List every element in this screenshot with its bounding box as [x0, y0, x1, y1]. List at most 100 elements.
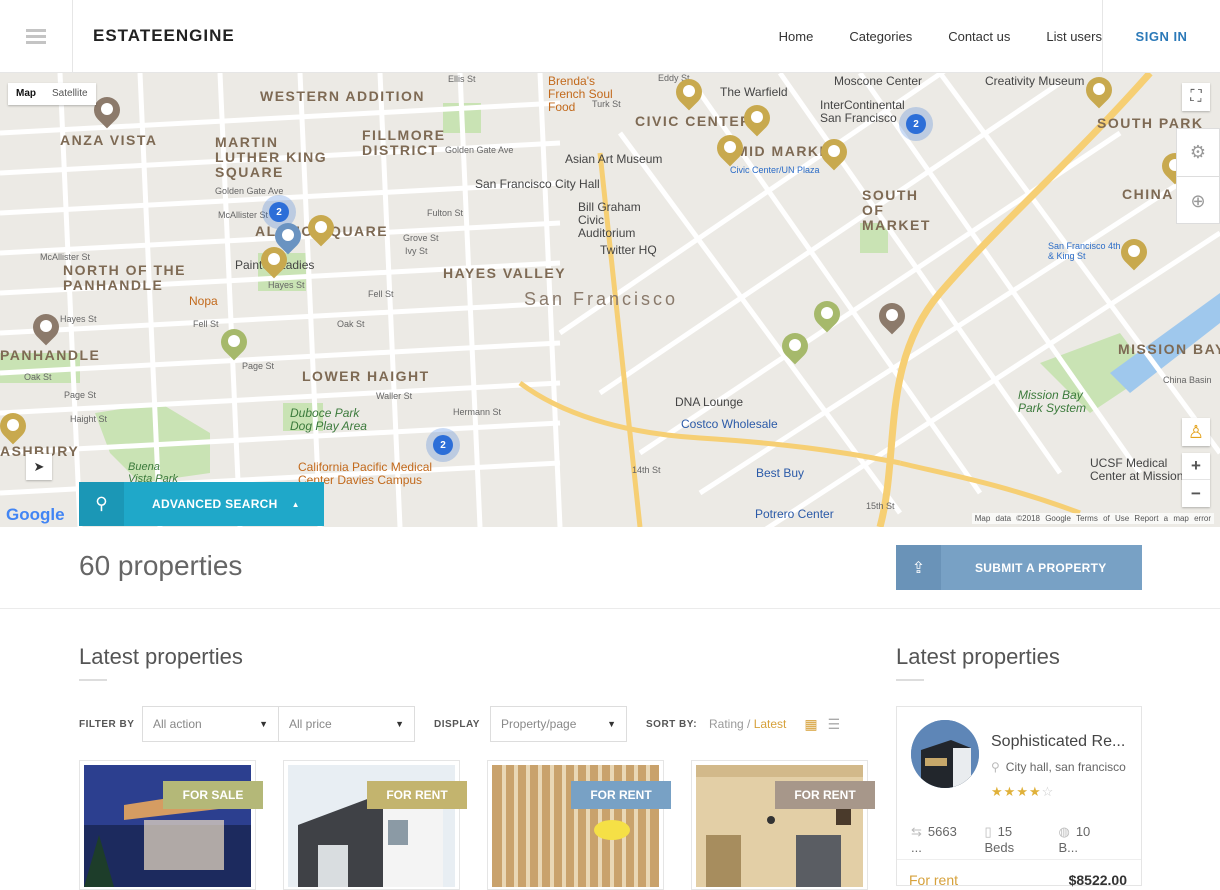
map-type-map-button[interactable]: Map: [8, 83, 44, 105]
cluster-count: 2: [433, 435, 453, 455]
zoom-in-button[interactable]: +: [1182, 453, 1210, 480]
action-select-value: All action: [153, 717, 202, 731]
locate-arrow-icon[interactable]: ➤: [26, 454, 52, 480]
street-label: Hermann St: [453, 407, 502, 417]
poi-label: San Francisco City Hall: [475, 177, 600, 191]
nav-contact-us[interactable]: Contact us: [948, 29, 1010, 44]
map-pin-marker[interactable]: [711, 129, 749, 171]
map-pin-marker[interactable]: [302, 209, 340, 251]
map-pin-marker[interactable]: [255, 241, 293, 283]
map-cluster-marker[interactable]: 2: [426, 428, 460, 462]
map-pin-marker[interactable]: [215, 323, 253, 365]
property-map[interactable]: WESTERN ADDITION ANZA VISTA MARTIN LUTHE…: [0, 73, 1220, 527]
download-icon[interactable]: ⊕: [1177, 177, 1219, 225]
nav-categories[interactable]: Categories: [849, 29, 912, 44]
map-label-nopa: NORTH OF THE PANHANDLE: [63, 262, 186, 293]
star-filled-icon: ★: [991, 784, 1004, 799]
area-stat: ⇆ 5663 ...: [911, 824, 966, 855]
property-status-badge: FOR RENT: [367, 781, 467, 809]
sidebar-property-card[interactable]: Sophisticated Re... ⚲ City hall, san fran…: [896, 706, 1142, 888]
map-label-mission-bay: MISSION BAY: [1118, 341, 1220, 357]
map-pin-marker[interactable]: [873, 297, 911, 339]
zoom-out-button[interactable]: −: [1182, 480, 1210, 507]
sort-by-label: SORT BY:: [646, 718, 698, 730]
map-pin-marker[interactable]: [815, 133, 853, 175]
display-label: DISPLAY: [434, 718, 480, 730]
street-label: Ivy St: [405, 246, 428, 256]
hamburger-icon: [26, 28, 46, 45]
street-label: Oak St: [24, 372, 52, 382]
map-pin-marker[interactable]: [0, 407, 32, 449]
property-title[interactable]: Sophisticated Re...: [991, 733, 1125, 751]
list-view-icon[interactable]: ☰: [828, 716, 841, 733]
rating-stars: ★★★★☆: [991, 784, 1054, 800]
street-label: Oak St: [337, 319, 365, 329]
poi-label: Duboce Park Dog Play Area: [290, 406, 367, 433]
map-label-civic-center: CIVIC CENTER: [635, 113, 752, 129]
map-attribution[interactable]: Map data ©2018 Google Terms of Use Repor…: [971, 513, 1214, 524]
caret-down-icon: ▼: [395, 719, 404, 729]
property-card[interactable]: FOR RENT: [487, 760, 671, 890]
map-pin-marker[interactable]: [1080, 73, 1118, 113]
map-type-satellite-button[interactable]: Satellite: [44, 83, 96, 105]
advanced-search-toggle[interactable]: ⚲ ADVANCED SEARCH ▲: [79, 482, 324, 526]
advanced-search-label: ADVANCED SEARCH: [152, 497, 278, 511]
sign-in-link[interactable]: SIGN IN: [1136, 29, 1188, 44]
map-pin-marker[interactable]: [670, 73, 708, 115]
poi-label: Nopa: [189, 294, 218, 308]
baths-stat: ◍ 10 B...: [1058, 824, 1109, 855]
sort-latest-link[interactable]: Latest: [754, 717, 787, 731]
grid-view-icon[interactable]: ▦: [804, 716, 817, 733]
site-logo[interactable]: ESTATEENGINE: [93, 26, 235, 46]
nav-list-users[interactable]: List users: [1046, 29, 1102, 44]
street-label: Fell St: [368, 289, 394, 299]
poi-label: Creativity Museum: [985, 74, 1085, 88]
street-label: Golden Gate Ave: [215, 186, 284, 196]
area-icon: ⇆: [911, 824, 922, 839]
street-view-pegman-icon[interactable]: ♙: [1182, 418, 1210, 446]
map-label-lower-haight: LOWER HAIGHT: [302, 368, 430, 384]
street-label: Grove St: [403, 233, 439, 243]
map-pin-marker[interactable]: [1115, 233, 1153, 275]
street-label: Waller St: [376, 391, 413, 401]
map-type-control: Map Satellite: [8, 83, 96, 105]
map-cluster-marker[interactable]: 2: [899, 107, 933, 141]
submit-property-button[interactable]: ⇪ SUBMIT A PROPERTY: [896, 545, 1142, 590]
map-pin-marker[interactable]: [776, 327, 814, 369]
map-side-tools: ⚙ ⊕: [1176, 128, 1220, 224]
per-page-select-value: Property/page: [501, 717, 577, 731]
nav-home[interactable]: Home: [779, 29, 814, 44]
street-label: 14th St: [632, 465, 661, 475]
property-location: ⚲ City hall, san francisco: [991, 760, 1126, 774]
street-label: Haight St: [70, 414, 108, 424]
heading-underline: [896, 679, 924, 681]
top-navbar: ESTATEENGINE Home Categories Contact us …: [0, 0, 1220, 73]
map-pin-marker[interactable]: [27, 308, 65, 350]
star-filled-icon: ★: [1016, 784, 1029, 799]
bed-icon: ▯: [984, 824, 992, 839]
menu-toggle-button[interactable]: [0, 0, 73, 73]
action-select[interactable]: All action ▼: [142, 706, 279, 742]
filter-bar: FILTER BY All action ▼ All price ▼ DISPL…: [79, 706, 840, 742]
fullscreen-icon[interactable]: ⛶: [1182, 83, 1210, 111]
gears-icon[interactable]: ⚙: [1177, 129, 1219, 177]
property-card[interactable]: FOR RENT: [691, 760, 875, 890]
price-select-value: All price: [289, 717, 332, 731]
map-pin-marker[interactable]: [808, 295, 846, 337]
property-status-badge: FOR SALE: [163, 781, 263, 809]
sort-rating-link[interactable]: Rating: [709, 717, 744, 731]
property-card[interactable]: FOR RENT: [283, 760, 467, 890]
poi-label: Asian Art Museum: [565, 152, 663, 166]
map-pin-marker[interactable]: [738, 99, 776, 141]
poi-label: DNA Lounge: [675, 395, 744, 409]
location-text: City hall, san francisco: [1005, 760, 1126, 774]
price-select[interactable]: All price ▼: [279, 706, 415, 742]
poi-label: Costco Wholesale: [681, 417, 778, 431]
per-page-select[interactable]: Property/page ▼: [490, 706, 627, 742]
property-card[interactable]: FOR SALE: [79, 760, 263, 890]
cluster-count: 2: [906, 114, 926, 134]
google-logo[interactable]: Google: [6, 505, 65, 525]
main-nav: Home Categories Contact us List users: [743, 0, 1102, 73]
map-pin-marker[interactable]: [88, 91, 126, 133]
poi-label: Bill Graham Civic Auditorium: [578, 200, 641, 240]
